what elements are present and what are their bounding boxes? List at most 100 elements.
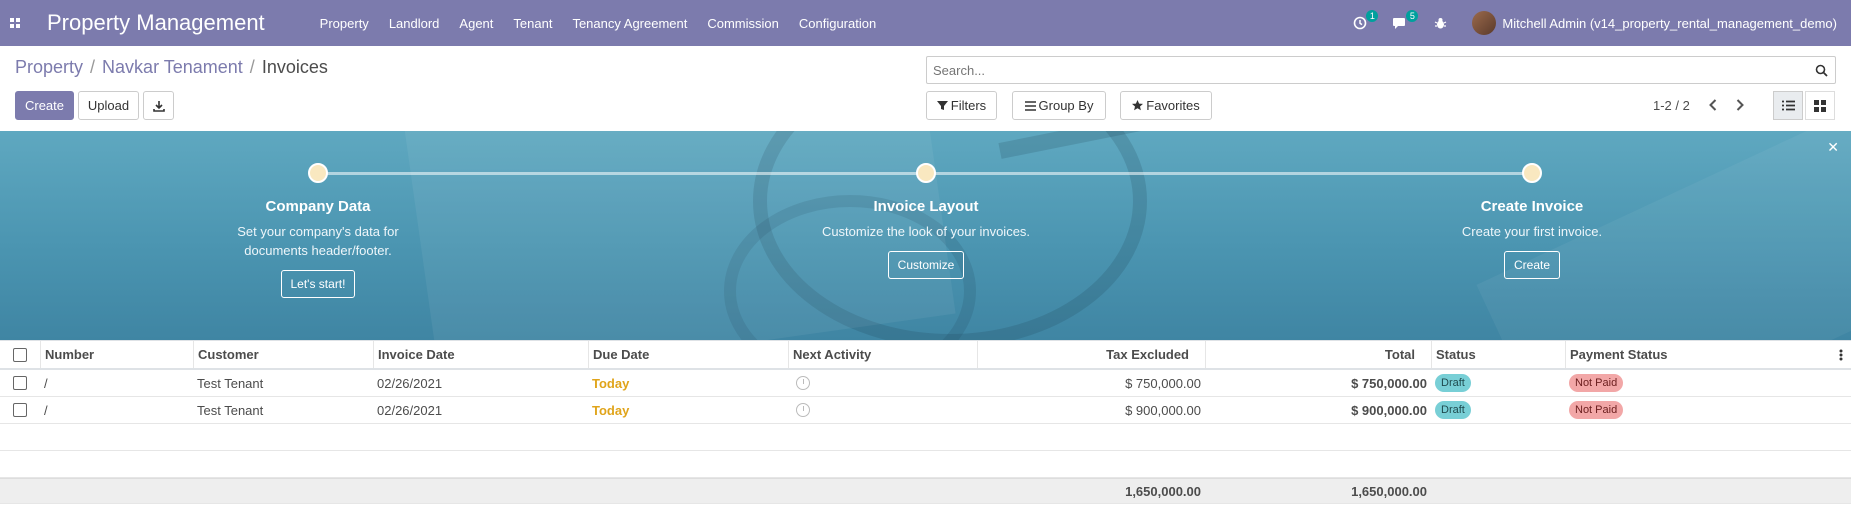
- column-due-date[interactable]: Due Date: [588, 341, 788, 368]
- app-brand[interactable]: Property Management: [47, 10, 265, 36]
- cell-customer: Test Tenant: [197, 375, 264, 391]
- user-name: Mitchell Admin (v14_property_rental_mana…: [1502, 15, 1837, 31]
- step-company-data: Company Data Set your company's data for…: [168, 198, 468, 298]
- menu-item-tenant[interactable]: Tenant: [513, 16, 552, 31]
- step-title: Invoice Layout: [873, 198, 979, 215]
- column-next-activity[interactable]: Next Activity: [788, 341, 977, 368]
- menu-item-agent[interactable]: Agent: [459, 16, 493, 31]
- search-icon[interactable]: [1807, 64, 1835, 77]
- create-button[interactable]: Create: [15, 91, 74, 120]
- column-invoice-date[interactable]: Invoice Date: [373, 341, 588, 368]
- step-dot-company-data: [308, 163, 328, 183]
- step-title: Company Data: [265, 198, 371, 215]
- filters-label: Filters: [950, 98, 987, 113]
- cell-status: Draft: [1435, 370, 1471, 396]
- step-description: Create your first invoice.: [1382, 222, 1682, 241]
- activity-clock-icon[interactable]: 1: [1352, 10, 1379, 31]
- top-navbar: Property Management Property Landlord Ag…: [0, 0, 1851, 46]
- pager-value[interactable]: 1-2 / 2: [1653, 98, 1690, 113]
- lets-start-button[interactable]: Let's start!: [280, 270, 356, 298]
- activity-clock-icon[interactable]: [796, 403, 810, 417]
- page-title: Invoices: [261, 57, 328, 77]
- group-by-button[interactable]: Group By: [1012, 91, 1106, 120]
- row-checkbox[interactable]: [13, 376, 27, 390]
- favorites-button[interactable]: Favorites: [1120, 91, 1212, 120]
- column-customer[interactable]: Customer: [193, 341, 373, 368]
- step-description: Set your company's data for documents he…: [168, 222, 468, 260]
- vertical-dots-icon: [1839, 349, 1843, 360]
- kanban-view-button[interactable]: [1805, 91, 1835, 120]
- bug-icon[interactable]: [1432, 15, 1448, 31]
- status-badge: Draft: [1435, 374, 1471, 392]
- activity-clock-icon[interactable]: [796, 376, 810, 390]
- select-all-checkbox[interactable]: [13, 347, 27, 362]
- column-payment-status[interactable]: Payment Status: [1565, 341, 1831, 368]
- menu-item-property[interactable]: Property: [320, 16, 369, 31]
- menu-item-configuration[interactable]: Configuration: [799, 16, 876, 31]
- column-number[interactable]: Number: [40, 341, 193, 368]
- filter-icon: [936, 101, 948, 110]
- breadcrumb-navkar-tenament[interactable]: Navkar Tenament: [102, 57, 243, 78]
- cell-tax-excluded: $ 750,000.00: [1125, 375, 1201, 391]
- cell-payment-status: Not Paid: [1569, 397, 1624, 423]
- cell-status: Draft: [1435, 397, 1471, 423]
- download-icon: [152, 100, 165, 112]
- cell-payment-status: Not Paid: [1569, 370, 1624, 396]
- breadcrumb-separator: /: [90, 57, 96, 77]
- filters-button[interactable]: Filters: [926, 91, 997, 120]
- menu-item-tenancy-agreement[interactable]: Tenancy Agreement: [572, 16, 687, 31]
- table-header: Number Customer Invoice Date Due Date Ne…: [0, 340, 1851, 370]
- totals-row: 1,650,000.00 1,650,000.00: [0, 478, 1851, 504]
- breadcrumb: Property / Navkar Tenament / Invoices: [15, 57, 328, 78]
- breadcrumb-property[interactable]: Property: [15, 57, 83, 78]
- column-status[interactable]: Status: [1431, 341, 1565, 368]
- pager-previous-button[interactable]: [1705, 97, 1721, 113]
- optional-columns-toggle[interactable]: [1831, 341, 1851, 368]
- group-by-label: Group By: [1038, 98, 1094, 113]
- list-view-icon: [1781, 100, 1795, 111]
- close-banner-icon[interactable]: ✕: [1827, 139, 1839, 156]
- pager-next-button[interactable]: [1732, 97, 1748, 113]
- menu-item-commission[interactable]: Commission: [707, 16, 779, 31]
- kanban-view-icon: [1814, 99, 1826, 112]
- cell-next-activity[interactable]: [796, 397, 810, 423]
- create-invoice-button[interactable]: Create: [1503, 251, 1561, 279]
- cell-invoice-date: 02/26/2021: [377, 375, 443, 391]
- empty-row: [0, 451, 1851, 478]
- step-description-line: Customize the look of your invoices.: [821, 224, 1031, 239]
- download-button[interactable]: [143, 91, 174, 120]
- cell-total: $ 750,000.00: [1351, 375, 1427, 391]
- step-title: Create Invoice: [1480, 198, 1584, 215]
- cell-customer: Test Tenant: [197, 402, 264, 418]
- table-row[interactable]: / Test Tenant 02/26/2021 Today $ 750,000…: [0, 370, 1851, 397]
- cell-total: $ 900,000.00: [1351, 402, 1427, 418]
- cell-number: /: [44, 402, 48, 418]
- step-description: Customize the look of your invoices.: [776, 222, 1076, 241]
- cell-due-date: Today: [592, 375, 630, 391]
- list-view-button[interactable]: [1773, 91, 1803, 120]
- user-menu[interactable]: Mitchell Admin (v14_property_rental_mana…: [1472, 11, 1837, 35]
- cell-invoice-date: 02/26/2021: [377, 402, 443, 418]
- upload-button[interactable]: Upload: [78, 91, 139, 120]
- customize-button[interactable]: Customize: [887, 251, 965, 279]
- table-row[interactable]: / Test Tenant 02/26/2021 Today $ 900,000…: [0, 397, 1851, 424]
- search-input[interactable]: [927, 62, 1807, 78]
- step-description-line: documents header/footer.: [244, 243, 392, 258]
- payment-status-badge: Not Paid: [1569, 401, 1624, 419]
- step-dot-invoice-layout: [916, 163, 936, 183]
- empty-row: [0, 424, 1851, 451]
- activity-count-badge: 1: [1366, 10, 1379, 22]
- row-checkbox[interactable]: [13, 403, 27, 417]
- step-invoice-layout: Invoice Layout Customize the look of you…: [776, 198, 1076, 279]
- menu-item-landlord[interactable]: Landlord: [389, 16, 440, 31]
- message-count-badge: 5: [1406, 10, 1419, 22]
- row-select-cell: [0, 370, 40, 396]
- status-badge: Draft: [1435, 401, 1471, 419]
- cell-next-activity[interactable]: [796, 370, 810, 396]
- apps-menu-icon[interactable]: [0, 0, 30, 46]
- messages-icon[interactable]: 5: [1392, 10, 1419, 31]
- cell-due-date: Today: [592, 402, 630, 418]
- column-total[interactable]: Total: [1205, 341, 1431, 368]
- column-tax-excluded[interactable]: Tax Excluded: [977, 341, 1205, 368]
- main-menu: Property Landlord Agent Tenant Tenancy A…: [320, 16, 897, 31]
